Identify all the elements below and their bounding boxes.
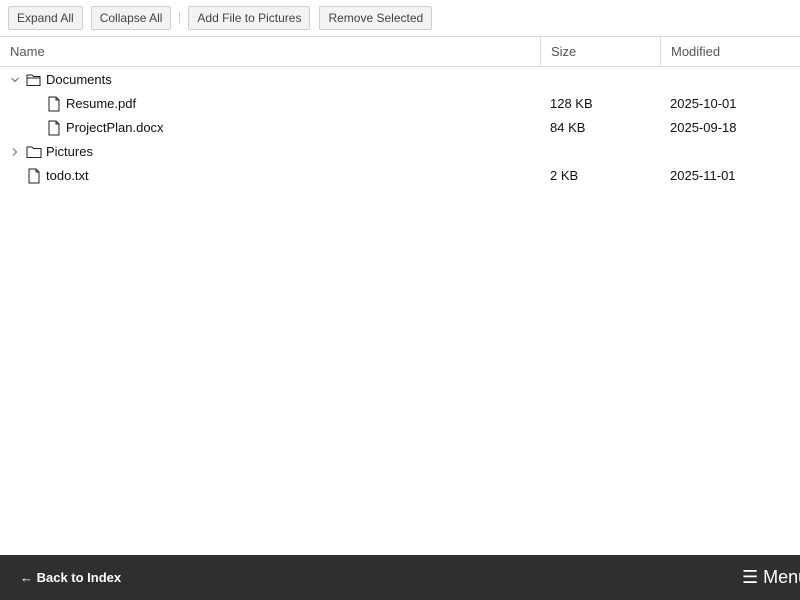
tree-item-name: Documents [46,72,112,87]
tree-row-file[interactable]: todo.txt 2 KB 2025-11-01 [0,164,800,188]
tree-row-file[interactable]: ProjectPlan.docx 84 KB 2025-09-18 [0,116,800,140]
file-icon [46,120,62,136]
tree-item-modified: 2025-10-01 [670,96,737,111]
file-tree: Documents Resume.pdf 128 KB 2025-10-01 P… [0,68,800,188]
collapse-all-button[interactable]: Collapse All [90,6,172,30]
tree-item-name: ProjectPlan.docx [66,120,164,135]
file-icon [26,168,42,184]
chevron-down-icon[interactable] [8,73,22,87]
chevron-right-icon[interactable] [8,145,22,159]
tree-item-name: Resume.pdf [66,96,137,111]
expand-all-button[interactable]: Expand All [8,6,83,30]
tree-item-size: 2 KB [550,168,579,183]
file-icon [46,96,62,112]
column-header-size[interactable]: Size [540,37,660,67]
tree-row-file[interactable]: Resume.pdf 128 KB 2025-10-01 [0,92,800,116]
tree-item-modified: 2025-09-18 [670,120,737,135]
column-header: Name Size Modified [0,37,800,67]
column-header-name[interactable]: Name [10,37,538,67]
tree-item-modified: 2025-11-01 [670,168,736,183]
folder-icon [26,144,42,160]
tree-item-name: todo.txt [46,168,89,183]
add-file-button[interactable]: Add File to Pictures [188,6,311,30]
remove-selected-button[interactable]: Remove Selected [319,6,433,30]
menu-button[interactable]: ☰ Menu [742,555,800,600]
tree-item-name: Pictures [46,144,93,159]
folder-open-icon [26,72,42,88]
toolbar: Expand All Collapse All Add File to Pict… [0,0,800,37]
tree-row-folder[interactable]: Documents [0,68,800,92]
back-to-index-link[interactable]: ← Back to Index [20,555,121,600]
column-header-modified[interactable]: Modified [660,37,800,67]
toolbar-separator [179,12,181,24]
tree-item-size: 84 KB [550,120,586,135]
footer-bar: ← Back to Index ☰ Menu [0,555,800,600]
tree-item-size: 128 KB [550,96,593,111]
tree-row-folder[interactable]: Pictures [0,140,800,164]
